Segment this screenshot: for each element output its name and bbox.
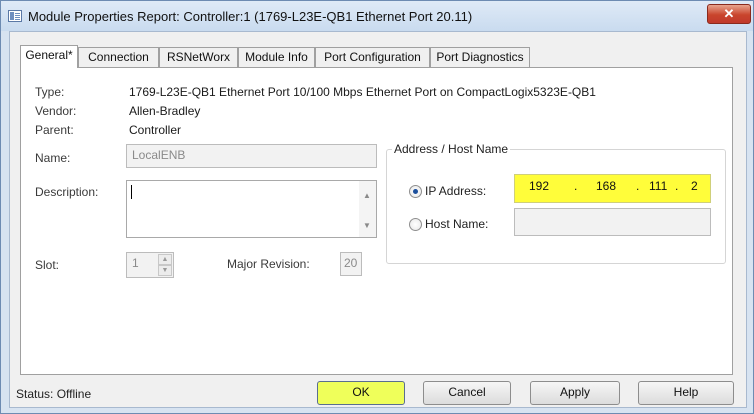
tab-rsnetworx[interactable]: RSNetWorx (159, 47, 238, 67)
help-button[interactable]: Help (638, 381, 734, 405)
name-label: Name: (35, 151, 71, 165)
major-revision-label: Major Revision: (227, 257, 310, 271)
name-field[interactable]: LocalENB (126, 144, 377, 168)
window-title: Module Properties Report: Controller:1 (… (28, 9, 473, 24)
vendor-value: Allen-Bradley (129, 104, 201, 118)
spin-down-icon[interactable]: ▼ (158, 265, 172, 276)
spin-up-icon[interactable]: ▲ (158, 254, 172, 265)
slot-spinner[interactable]: 1 ▲ ▼ (126, 252, 174, 278)
parent-label: Parent: (35, 123, 74, 137)
ip-octet-2: 168 (596, 179, 617, 193)
slot-spin-buttons: ▲ ▼ (158, 254, 172, 276)
scroll-up-icon[interactable]: ▲ (363, 191, 371, 200)
slot-value: 1 (132, 256, 139, 270)
close-button[interactable]: ✕ (707, 4, 751, 24)
vendor-label: Vendor: (35, 104, 77, 118)
ip-octet-3: 111 (649, 179, 668, 193)
module-properties-icon (8, 10, 22, 22)
module-properties-dialog: Module Properties Report: Controller:1 (… (0, 0, 754, 414)
description-label: Description: (35, 185, 99, 199)
major-revision-field[interactable]: 20 (340, 252, 362, 276)
description-scrollbar[interactable]: ▲ ▼ (359, 181, 376, 237)
host-name-label: Host Name: (425, 217, 489, 231)
slot-label: Slot: (35, 258, 60, 272)
tab-connection[interactable]: Connection (78, 47, 159, 67)
ok-button[interactable]: OK (317, 381, 405, 405)
ip-address-radio[interactable] (409, 185, 422, 198)
dialog-client-area: General* Connection RSNetWorx Module Inf… (9, 31, 747, 408)
tab-module-info[interactable]: Module Info (238, 47, 315, 67)
cancel-button[interactable]: Cancel (423, 381, 511, 405)
apply-button[interactable]: Apply (530, 381, 620, 405)
ip-octet-1: 192 (529, 179, 550, 193)
title-bar: Module Properties Report: Controller:1 (… (1, 1, 753, 31)
host-name-field[interactable] (514, 208, 711, 236)
type-label: Type: (35, 85, 65, 99)
ip-dot-1: . (574, 179, 578, 193)
ip-address-label: IP Address: (425, 184, 487, 198)
general-tab-panel: Type: 1769-L23E-QB1 Ethernet Port 10/100… (20, 67, 733, 375)
ip-address-field[interactable]: 192 . 168 . 111 . 2 (514, 174, 711, 203)
address-host-name-group: Address / Host Name IP Address: 192 . 16… (386, 142, 726, 264)
parent-value: Controller (129, 123, 182, 137)
scroll-down-icon[interactable]: ▼ (363, 221, 371, 230)
tab-port-configuration[interactable]: Port Configuration (315, 47, 430, 67)
status-text: Status: Offline (16, 387, 92, 401)
text-caret (131, 185, 132, 199)
ip-dot-3: . (675, 179, 679, 193)
type-value: 1769-L23E-QB1 Ethernet Port 10/100 Mbps … (129, 85, 596, 99)
address-group-title: Address / Host Name (392, 142, 511, 156)
tab-general[interactable]: General* (20, 45, 78, 68)
tab-port-diagnostics[interactable]: Port Diagnostics (430, 47, 530, 67)
host-name-radio[interactable] (409, 218, 422, 231)
ip-octet-4: 2 (691, 179, 698, 193)
ip-dot-2: . (636, 179, 640, 193)
description-textarea[interactable]: ▲ ▼ (126, 180, 377, 238)
